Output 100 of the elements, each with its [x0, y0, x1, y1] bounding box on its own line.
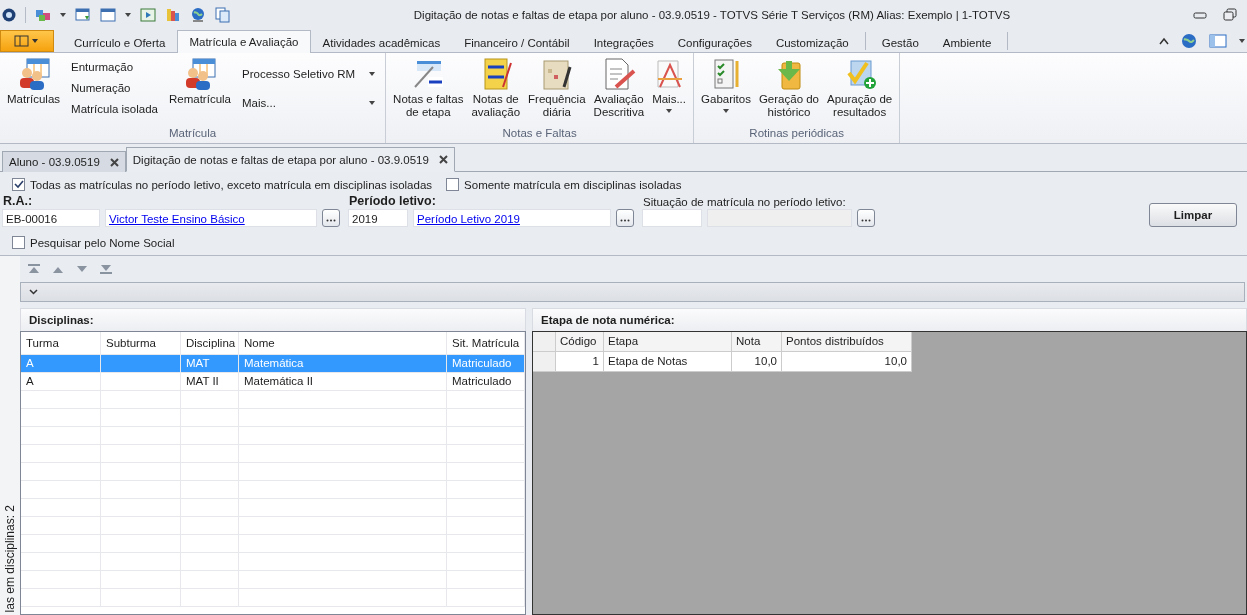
lookup-button[interactable] [616, 209, 634, 227]
column-header[interactable]: Disciplina [181, 332, 239, 354]
ribbon-button[interactable]: Matrículas [4, 57, 64, 124]
table-cell: Etapa de Notas [608, 355, 688, 367]
caret-icon[interactable] [125, 13, 131, 17]
checkbox-label: Somente matrícula em disciplinas isoladas [464, 178, 682, 191]
globe-icon[interactable] [190, 7, 206, 23]
ribbon-tab[interactable]: Currículo e Oferta [62, 31, 178, 53]
ribbon-button[interactable]: Notas e faltas de etapa [390, 57, 467, 124]
column-header[interactable]: Código [556, 332, 604, 351]
checkbox[interactable] [12, 236, 25, 249]
caret-icon[interactable] [60, 13, 66, 17]
ribbon-menu-item[interactable]: Mais... [242, 96, 376, 110]
caret-icon [723, 109, 729, 113]
ribbon-tab[interactable]: Matrícula e Avaliação [177, 30, 311, 53]
column-header[interactable]: Etapa [604, 332, 732, 351]
field-label: Situação de matrícula no período letivo: [642, 196, 847, 208]
lookup-button[interactable] [857, 209, 875, 227]
checkbox[interactable] [12, 178, 25, 191]
cubes-icon[interactable] [35, 7, 51, 23]
code-field[interactable] [642, 209, 702, 227]
checkbox-label: Todas as matrículas no período letivo, exceto matrícula em disciplinas isoladas [30, 178, 433, 191]
chevron-down-icon[interactable] [29, 289, 38, 295]
down-arrow-icon[interactable] [76, 265, 88, 273]
ellipsis-icon [326, 219, 336, 222]
last-record-icon[interactable] [100, 264, 112, 274]
table-cell: MAT II [186, 375, 219, 387]
ribbon-button[interactable]: Rematrícula [166, 57, 234, 124]
ribbon-button[interactable]: Frequência diária [525, 57, 589, 124]
table-cell: MAT [186, 357, 210, 369]
ribbon-button[interactable]: Gabaritos [698, 57, 754, 124]
copy-icon[interactable] [215, 7, 231, 23]
window-play-icon[interactable] [140, 7, 156, 23]
ribbon-tab[interactable]: Gestão [869, 31, 931, 53]
ribbon-tab[interactable]: Ambiente [930, 31, 1004, 53]
caret-icon [369, 101, 376, 105]
lookup-field[interactable]: Victor Teste Ensino Básico [105, 209, 317, 227]
restore-icon[interactable] [1223, 8, 1237, 22]
group-caption: Rotinas periódicas [748, 126, 845, 141]
layout-icon[interactable] [1209, 34, 1227, 48]
column-header[interactable]: Pontos distribuídos [782, 332, 912, 351]
window-download-icon[interactable] [75, 7, 91, 23]
table-cell: 10,0 [754, 355, 777, 367]
name-link[interactable]: Victor Teste Ensino Básico [109, 213, 245, 225]
code-field[interactable]: 2019 [348, 209, 408, 227]
column-header[interactable]: Subturma [101, 332, 181, 354]
ribbon-menu-item[interactable]: Matrícula isolada [71, 102, 158, 116]
lookup-button[interactable] [322, 209, 340, 227]
minimize-icon[interactable] [1193, 10, 1207, 20]
table-cell: Matemática II [244, 375, 314, 387]
table-cell: 1 [592, 355, 599, 367]
ribbon-menu-item[interactable]: Enturmação [71, 60, 158, 74]
ellipsis-icon [861, 219, 871, 222]
column-header[interactable]: Nota [732, 332, 782, 351]
table-cell: Matriculado [452, 375, 512, 387]
ribbon-button[interactable]: Geração do histórico [755, 57, 823, 124]
caret-icon [369, 72, 376, 76]
checkbox-label: Pesquisar pelo Nome Social [30, 236, 175, 249]
close-icon[interactable] [109, 157, 119, 167]
ribbon-button[interactable]: Mais... [649, 57, 690, 124]
window-title: Digitação de notas e faltas de etapa por aluno - 03.9.0519 - TOTVS Série T Serviços (RM) Alias: Exemplo | 1-TOTVS [412, 9, 1012, 21]
first-record-icon[interactable] [28, 264, 40, 274]
application-menu-button[interactable] [0, 30, 54, 52]
ribbon-tab[interactable]: Configurações [665, 31, 764, 53]
name-link[interactable]: Período Letivo 2019 [417, 213, 520, 225]
ribbon-button[interactable]: Avaliação Descritiva [590, 57, 648, 124]
lookup-field[interactable]: Período Letivo 2019 [413, 209, 611, 227]
ribbon-menu-item[interactable]: Numeração [71, 81, 158, 95]
app-orb-icon[interactable] [2, 8, 16, 22]
ribbon-tab[interactable]: Customização [763, 31, 861, 53]
table-cell: A [26, 375, 34, 387]
ribbon-menu-item[interactable]: Processo Seletivo RM [242, 67, 376, 81]
code-field[interactable]: EB-00016 [2, 209, 100, 227]
column-header[interactable]: Turma [21, 332, 101, 354]
table-row[interactable]: 1 Etapa de Notas 10,0 10,0 [533, 352, 912, 372]
table-cell: 10,0 [884, 355, 907, 367]
caret-icon[interactable] [1239, 39, 1245, 43]
table-cell: Matemática [244, 357, 304, 369]
column-header[interactable]: Sit. Matrícula [447, 332, 525, 354]
collapse-ribbon-icon[interactable] [1159, 37, 1169, 45]
ribbon-button[interactable]: Notas de avaliação [468, 57, 524, 124]
table-cell: Matriculado [452, 357, 512, 369]
checkbox[interactable] [446, 178, 460, 191]
column-header[interactable]: Nome [239, 332, 447, 354]
up-arrow-icon[interactable] [52, 265, 64, 273]
ribbon-tab[interactable]: Integrações [581, 31, 666, 53]
ribbon-tab[interactable]: Atividades acadêmicas [310, 31, 453, 53]
close-icon[interactable] [438, 155, 448, 164]
panel-layout-icon [14, 35, 40, 47]
ribbon-tab[interactable]: Financeiro / Contábil [452, 31, 582, 53]
clear-button[interactable]: Limpar [1149, 203, 1237, 227]
document-tab[interactable]: Aluno - 03.9.0519 [2, 151, 126, 172]
field-label: R.A.: [2, 194, 34, 208]
table-row[interactable]: A MAT II Matemática II Matriculado [21, 373, 525, 391]
document-tab[interactable]: Digitação de notas e faltas de etapa por aluno - 03.9.0519 [125, 147, 455, 172]
group-caption: Matrícula [167, 126, 218, 141]
globe-icon[interactable] [1181, 33, 1197, 49]
window-icon[interactable] [100, 7, 116, 23]
ribbon-button[interactable]: Apuração de resultados [824, 57, 896, 124]
ellipsis-icon [620, 219, 630, 222]
